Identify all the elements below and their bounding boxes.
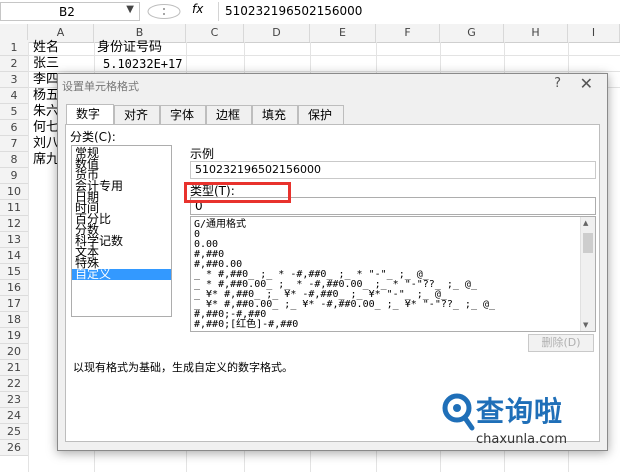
row-header[interactable]: 5	[0, 104, 28, 120]
sample-label: 示例	[190, 147, 215, 161]
row-header[interactable]: 6	[0, 120, 28, 136]
scroll-down-icon[interactable]: ▼	[583, 321, 588, 329]
row-header[interactable]: 3	[0, 72, 28, 88]
row-header[interactable]: 18	[0, 312, 28, 328]
row-header[interactable]: 1	[0, 40, 28, 56]
cell-b1[interactable]: 身份证号码	[97, 40, 162, 56]
row-header[interactable]: 8	[0, 152, 28, 168]
row-header[interactable]: 26	[0, 440, 28, 456]
highlight-box	[184, 182, 291, 203]
row-header[interactable]: 10	[0, 184, 28, 200]
format-list-scrollbar[interactable]: ▲ ▼	[580, 217, 595, 331]
format-item[interactable]: #,##0;[红色]-#,##0	[194, 320, 298, 330]
splitter-handle-icon	[147, 4, 181, 19]
tab-number[interactable]: 数字	[66, 104, 114, 125]
category-item-selected[interactable]: 自定义	[72, 268, 171, 280]
close-icon[interactable]: ✕	[580, 74, 593, 93]
insert-function-button[interactable]: fx	[192, 2, 203, 16]
column-header-c[interactable]: C	[186, 24, 244, 42]
row-header[interactable]: 2	[0, 56, 28, 72]
category-label: 分类(C):	[70, 130, 116, 144]
sample-box: 510232196502156000	[190, 161, 596, 179]
tab-border[interactable]: 边框	[206, 105, 252, 124]
formula-value: 510232196502156000	[225, 4, 363, 18]
column-header-h[interactable]: H	[504, 24, 568, 42]
dialog-title: 设置单元格格式	[62, 80, 139, 93]
cell-a6[interactable]: 何七	[33, 120, 59, 136]
tab-alignment[interactable]: 对齐	[114, 105, 160, 124]
search-logo-icon	[442, 393, 475, 431]
row-header[interactable]: 20	[0, 344, 28, 360]
cell-a4[interactable]: 杨五	[33, 88, 59, 104]
tab-font[interactable]: 字体	[160, 105, 206, 124]
name-box[interactable]: B2 ▼	[0, 2, 140, 21]
scrollbar-thumb[interactable]	[583, 233, 593, 253]
format-list[interactable]: G/通用格式 0 0.00 #,##0 #,##0.00 _ * #,##0_ …	[190, 216, 596, 332]
cell-a3[interactable]: 李四	[33, 72, 59, 88]
help-button[interactable]: ?	[554, 76, 561, 91]
watermark: 查询啦 chaxunla.com	[440, 382, 620, 472]
cell-a7[interactable]: 刘八	[33, 136, 59, 152]
cell-a8[interactable]: 席九	[33, 152, 59, 168]
row-header[interactable]: 25	[0, 424, 28, 440]
column-header-i[interactable]: I	[568, 24, 620, 42]
row-header[interactable]: 17	[0, 296, 28, 312]
row-header[interactable]: 21	[0, 360, 28, 376]
column-header-e[interactable]: E	[310, 24, 376, 42]
column-header-d[interactable]: D	[244, 24, 310, 42]
scroll-up-icon[interactable]: ▲	[583, 219, 588, 227]
formula-bar: B2 ▼ fx 510232196502156000	[0, 0, 620, 25]
row-header[interactable]: 16	[0, 280, 28, 296]
chevron-down-icon[interactable]: ▼	[126, 4, 134, 15]
row-header[interactable]: 11	[0, 200, 28, 216]
row-header[interactable]: 4	[0, 88, 28, 104]
cell-a5[interactable]: 朱六	[33, 104, 59, 120]
row-header[interactable]: 13	[0, 232, 28, 248]
row-header[interactable]: 14	[0, 248, 28, 264]
grid-line	[28, 42, 29, 472]
row-header[interactable]: 9	[0, 168, 28, 184]
watermark-url: chaxunla.com	[476, 432, 567, 447]
tab-fill[interactable]: 填充	[252, 105, 298, 124]
column-header-f[interactable]: F	[376, 24, 440, 42]
watermark-brand: 查询啦	[476, 395, 564, 428]
row-header[interactable]: 15	[0, 264, 28, 280]
row-header[interactable]: 24	[0, 408, 28, 424]
row-header[interactable]: 23	[0, 392, 28, 408]
column-header-g[interactable]: G	[440, 24, 504, 42]
tab-protection[interactable]: 保护	[298, 105, 344, 124]
cell-a2[interactable]: 张三	[33, 56, 59, 72]
delete-button[interactable]: 删除(D)	[528, 334, 594, 352]
row-header[interactable]: 7	[0, 136, 28, 152]
row-header[interactable]: 19	[0, 328, 28, 344]
formula-bar-splitter[interactable]	[144, 2, 186, 21]
sample-value: 510232196502156000	[195, 163, 321, 176]
name-box-value: B2	[59, 5, 75, 19]
row-header[interactable]: 12	[0, 216, 28, 232]
category-list[interactable]: 常规 数值 货币 会计专用 日期 时间 百分比 分数 科学记数 文本 特殊 自定…	[71, 145, 172, 317]
row-header[interactable]: 22	[0, 376, 28, 392]
format-description: 以现有格式为基础，生成自定义的数字格式。	[73, 361, 293, 374]
cell-a1[interactable]: 姓名	[33, 40, 59, 56]
column-headers: A B C D E F G H I	[0, 24, 620, 43]
cell-b2[interactable]: 5.10232E+17	[103, 56, 182, 72]
format-item[interactable]: G/通用格式	[194, 220, 246, 230]
formula-input[interactable]: 510232196502156000	[218, 2, 619, 21]
